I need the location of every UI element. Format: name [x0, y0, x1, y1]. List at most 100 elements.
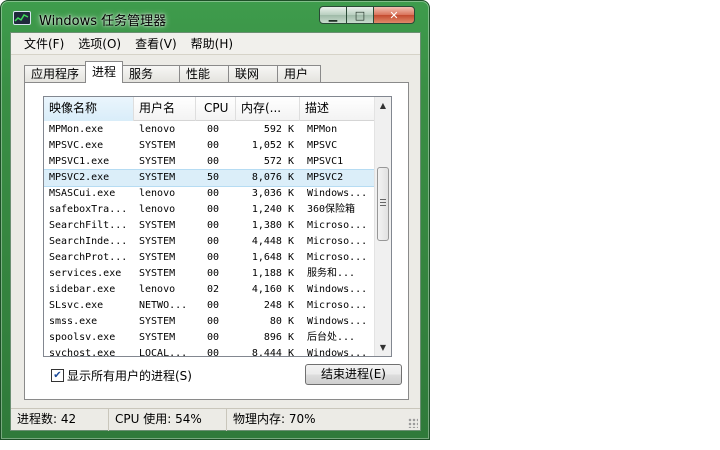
cell-memory: 3,036 K: [251, 188, 294, 199]
menu-options[interactable]: 选项(O): [71, 33, 128, 54]
cell-user-name: SYSTEM: [139, 220, 176, 231]
cell-memory: 1,648 K: [251, 252, 294, 263]
cell-description: MPSVC1: [307, 156, 344, 167]
cell-memory: 8,076 K: [251, 172, 294, 183]
scroll-up-icon[interactable]: ▲: [375, 97, 391, 114]
cell-description: 后台处...: [307, 332, 356, 343]
cell-memory: 1,052 K: [251, 140, 294, 151]
status-cpu-usage: CPU 使用: 54%: [109, 408, 227, 431]
process-row[interactable]: MSASCui.exe lenovo 00 3,036 K Windows...: [44, 186, 375, 202]
cell-user-name: SYSTEM: [139, 332, 176, 343]
menu-help[interactable]: 帮助(H): [184, 33, 240, 54]
tab-processes[interactable]: 进程: [85, 61, 124, 83]
cell-cpu: 50: [207, 172, 220, 183]
cell-memory: 4,160 K: [251, 284, 294, 295]
client-area: 文件(F) 选项(O) 查看(V) 帮助(H) 应用程序 进程 服务 性能 联网…: [10, 32, 421, 431]
cell-description: MPSVC: [307, 140, 338, 151]
process-row[interactable]: MPSVC1.exe SYSTEM 00 572 K MPSVC1: [44, 154, 375, 170]
cell-memory: 1,188 K: [251, 268, 294, 279]
vertical-scrollbar[interactable]: ▲ ▼: [374, 97, 391, 356]
status-bar: 进程数: 42 CPU 使用: 54% 物理内存: 70%: [11, 408, 420, 431]
tab-users[interactable]: 用户: [277, 65, 322, 83]
tab-applications[interactable]: 应用程序: [24, 65, 87, 83]
menu-file[interactable]: 文件(F): [17, 33, 71, 54]
process-row[interactable]: svchost.exe LOCAL... 00 8,444 K Windows...: [44, 346, 375, 357]
process-row[interactable]: MPSVC.exe SYSTEM 00 1,052 K MPSVC: [44, 138, 375, 154]
show-all-users-option[interactable]: ✔ 显示所有用户的进程(S): [51, 367, 192, 384]
status-physical-memory: 物理内存: 70%: [233, 411, 316, 426]
cell-cpu: 00: [207, 204, 220, 215]
cell-description: Microso...: [307, 300, 368, 311]
cell-cpu: 00: [207, 220, 220, 231]
close-button[interactable]: ✕: [373, 6, 415, 24]
cell-description: Windows...: [307, 348, 368, 357]
cell-memory: 572 K: [263, 156, 294, 167]
column-memory[interactable]: 内存(...: [236, 97, 300, 121]
cell-cpu: 00: [207, 332, 220, 343]
cell-image-name: sidebar.exe: [49, 284, 116, 295]
cell-user-name: SYSTEM: [139, 172, 176, 183]
cell-description: MPSVC2: [307, 172, 344, 183]
caption-buttons: ▁ □ ✕: [319, 6, 415, 24]
cell-description: Windows...: [307, 316, 368, 327]
cell-image-name: svchost.exe: [49, 348, 116, 357]
task-manager-window: Windows 任务管理器 ▁ □ ✕ 文件(F) 选项(O) 查看(V) 帮助…: [0, 0, 430, 440]
cell-user-name: SYSTEM: [139, 236, 176, 247]
cell-image-name: safeboxTra...: [49, 204, 128, 215]
scroll-down-icon[interactable]: ▼: [375, 339, 391, 356]
cell-description: 360保险箱: [307, 204, 356, 215]
cell-user-name: lenovo: [139, 284, 176, 295]
cell-cpu: 00: [207, 348, 220, 357]
title-bar[interactable]: Windows 任务管理器 ▁ □ ✕: [1, 1, 429, 33]
cell-cpu: 00: [207, 268, 220, 279]
column-image-name[interactable]: 映像名称: [44, 97, 134, 121]
cell-user-name: lenovo: [139, 188, 176, 199]
cell-description: Microso...: [307, 252, 368, 263]
cell-cpu: 00: [207, 236, 220, 247]
column-user-name[interactable]: 用户名: [134, 97, 196, 121]
cell-cpu: 00: [207, 140, 220, 151]
column-cpu[interactable]: CPU: [196, 97, 236, 121]
maximize-button[interactable]: □: [346, 6, 374, 24]
cell-image-name: MPSVC.exe: [49, 140, 104, 151]
process-row[interactable]: MPMon.exe lenovo 00 592 K MPMon: [44, 122, 375, 138]
process-row[interactable]: MPSVC2.exe SYSTEM 50 8,076 K MPSVC2: [44, 169, 376, 187]
cell-user-name: lenovo: [139, 124, 176, 135]
process-row[interactable]: safeboxTra... lenovo 00 1,240 K 360保险箱: [44, 202, 375, 218]
cell-cpu: 00: [207, 316, 220, 327]
cell-cpu: 00: [207, 124, 220, 135]
scrollbar-thumb[interactable]: [377, 167, 389, 241]
tab-strip: 应用程序 进程 服务 性能 联网 用户: [24, 61, 322, 83]
minimize-button[interactable]: ▁: [319, 6, 347, 24]
cell-description: Windows...: [307, 188, 368, 199]
show-all-users-checkbox[interactable]: ✔: [51, 369, 64, 382]
process-row[interactable]: sidebar.exe lenovo 02 4,160 K Windows...: [44, 282, 375, 298]
tab-networking[interactable]: 联网: [228, 65, 279, 83]
tab-services[interactable]: 服务: [122, 65, 181, 83]
cell-cpu: 02: [207, 284, 220, 295]
list-header: 映像名称 用户名 CPU 内存(... 描述: [44, 97, 375, 121]
cell-image-name: SearchFilt...: [49, 220, 128, 231]
status-process-count: 进程数: 42: [11, 408, 109, 431]
cell-description: Microso...: [307, 236, 368, 247]
cell-memory: 592 K: [263, 124, 294, 135]
scrollbar-grip-icon: [380, 199, 386, 207]
process-row[interactable]: spoolsv.exe SYSTEM 00 896 K 后台处...: [44, 330, 375, 346]
process-row[interactable]: SLsvc.exe NETWO... 00 248 K Microso...: [44, 298, 375, 314]
process-row[interactable]: SearchProt... SYSTEM 00 1,648 K Microso...: [44, 250, 375, 266]
tab-performance[interactable]: 性能: [179, 65, 230, 83]
column-description[interactable]: 描述: [300, 97, 375, 121]
cell-memory: 80 K: [269, 316, 294, 327]
process-list[interactable]: 映像名称 用户名 CPU 内存(... 描述 MPMon.exe lenovo 00…: [43, 96, 392, 357]
end-process-button[interactable]: 结束进程(E): [305, 364, 402, 385]
menu-view[interactable]: 查看(V): [128, 33, 184, 54]
process-row[interactable]: smss.exe SYSTEM 00 80 K Windows...: [44, 314, 375, 330]
cell-cpu: 00: [207, 300, 220, 311]
resize-grip-icon[interactable]: [408, 418, 418, 428]
cell-image-name: MPMon.exe: [49, 124, 104, 135]
process-row[interactable]: services.exe SYSTEM 00 1,188 K 服务和...: [44, 266, 375, 282]
process-row[interactable]: SearchInde... SYSTEM 00 4,448 K Microso...: [44, 234, 375, 250]
cell-image-name: SLsvc.exe: [49, 300, 104, 311]
process-row[interactable]: SearchFilt... SYSTEM 00 1,380 K Microso...: [44, 218, 375, 234]
cell-memory: 1,240 K: [251, 204, 294, 215]
